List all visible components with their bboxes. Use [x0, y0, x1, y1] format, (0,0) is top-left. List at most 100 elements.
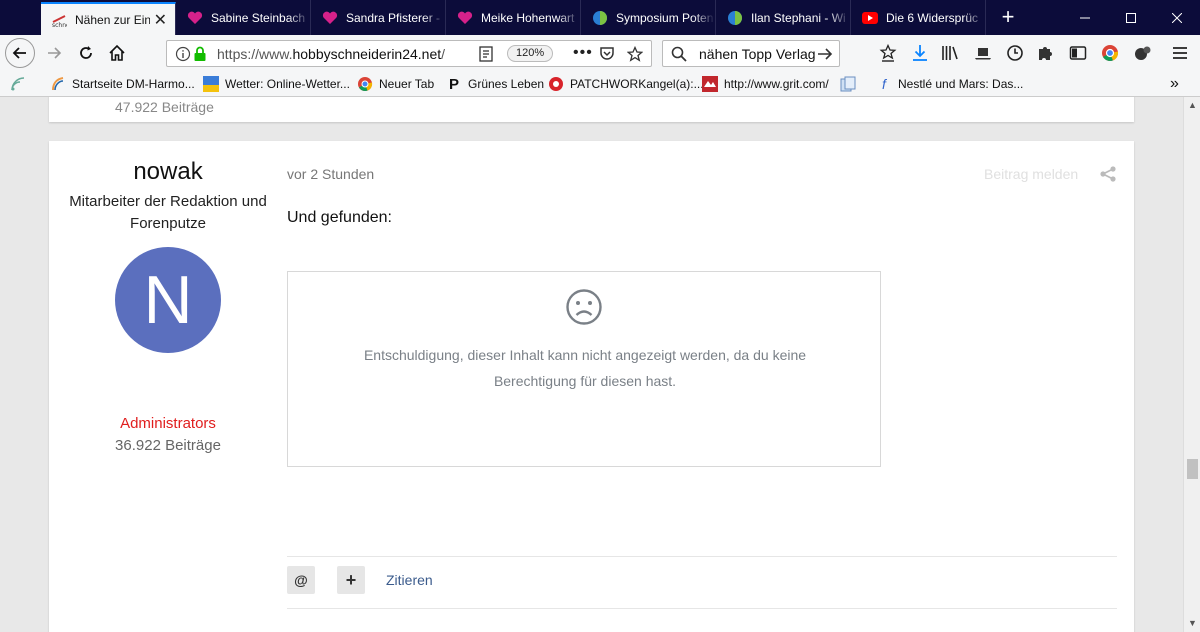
restricted-content-message: Entschuldigung, dieser Inhalt kann nicht…	[363, 347, 807, 389]
bookmark-label: Nestlé und Mars: Das...	[898, 77, 1024, 91]
tab-symposium[interactable]: Symposium Poten	[582, 0, 716, 35]
tab-meike[interactable]: Meike Hohenwart	[447, 0, 581, 35]
bookmark-label: Neuer Tab	[379, 77, 435, 91]
youtube-favicon-icon	[862, 10, 878, 26]
search-go-icon[interactable]	[817, 46, 833, 62]
share-icon[interactable]	[1099, 165, 1117, 183]
new-tab-button[interactable]: +	[996, 6, 1020, 30]
url-prefix: https://www.	[217, 45, 293, 62]
dm-favicon-icon	[50, 76, 66, 92]
post-timestamp-link[interactable]: vor 2 Stunden	[287, 166, 374, 182]
bookmarks-overflow-button[interactable]: »	[1170, 75, 1179, 93]
close-tab-icon[interactable]: ✕	[154, 10, 167, 30]
quote-link[interactable]: Zitieren	[386, 572, 433, 588]
pocket-icon[interactable]	[599, 46, 615, 62]
url-domain: hobbyschneiderin24.net	[292, 45, 442, 62]
scrollbar-thumb[interactable]	[1187, 459, 1198, 479]
vertical-scrollbar[interactable]: ▲ ▼	[1183, 97, 1200, 632]
chrome-extension-button[interactable]	[1100, 43, 1120, 63]
tab-naehen[interactable]: schnei Nähen zur Eins ✕	[41, 2, 176, 35]
screenshot-button[interactable]	[973, 43, 993, 63]
downloads-button[interactable]	[910, 43, 930, 63]
bowling-icon	[1135, 46, 1151, 60]
tab-sandra[interactable]: Sandra Pfisterer -	[312, 0, 446, 35]
chrome-favicon-icon	[357, 76, 373, 92]
bookmark-dm-harmo[interactable]: Startseite DM-Harmo...	[50, 75, 195, 93]
bookmark-wetter[interactable]: Wetter: Online-Wetter...	[203, 75, 350, 93]
grit-favicon-icon	[702, 76, 718, 92]
info-icon[interactable]	[175, 46, 191, 62]
library-icon	[942, 46, 958, 60]
reader-view-icon[interactable]	[479, 46, 493, 62]
address-bar[interactable]: https://www. hobbyschneiderin24.net/ 120%…	[166, 40, 652, 67]
scroll-down-arrow-icon[interactable]: ▼	[1184, 615, 1200, 632]
heart-favicon-icon	[457, 10, 473, 26]
bookmark-star-icon[interactable]	[627, 46, 643, 62]
home-button[interactable]	[103, 39, 131, 67]
avatar[interactable]: N	[115, 247, 221, 353]
reload-button[interactable]	[72, 39, 100, 67]
lock-icon[interactable]	[193, 46, 207, 62]
p-favicon-icon: P	[448, 75, 459, 93]
red-circle-favicon-icon	[548, 76, 564, 92]
search-input[interactable]: nähen Topp Verlag	[699, 46, 816, 62]
svg-text:schnei: schnei	[52, 22, 67, 28]
maximize-button[interactable]	[1108, 0, 1154, 35]
extension-button[interactable]	[1132, 43, 1152, 63]
report-post-link[interactable]: Beitrag melden	[984, 166, 1078, 182]
navigation-toolbar: https://www. hobbyschneiderin24.net/ 120%…	[0, 35, 1200, 71]
author-role: Administrators	[120, 415, 216, 432]
bookmark-feed[interactable]	[10, 75, 32, 93]
leaf-favicon-icon	[592, 10, 608, 26]
forward-button[interactable]	[40, 39, 68, 67]
author-name-link[interactable]: nowak	[49, 158, 287, 186]
author-post-count: 36.922 Beiträge	[115, 437, 221, 454]
menu-button[interactable]	[1170, 43, 1190, 63]
sad-face-icon	[566, 289, 602, 325]
puzzle-icon	[1039, 47, 1052, 60]
close-window-button[interactable]	[1154, 0, 1200, 35]
bookmark-patchworkangel[interactable]: PATCHWORKangel(a):...	[548, 75, 704, 93]
bookmark-neuer-tab[interactable]: Neuer Tab	[357, 75, 434, 93]
addons-button[interactable]	[1036, 43, 1056, 63]
page-actions-icon[interactable]: •••	[573, 44, 593, 62]
minimize-icon	[1080, 17, 1090, 18]
download-icon	[913, 45, 927, 61]
scroll-up-arrow-icon[interactable]: ▲	[1184, 97, 1200, 114]
weather-favicon-icon	[203, 76, 219, 92]
multiquote-add-button[interactable]: +	[337, 566, 365, 594]
double-chevron-right-icon: »	[1170, 75, 1179, 92]
heart-favicon-icon	[187, 10, 203, 26]
search-bar[interactable]: nähen Topp Verlag	[662, 40, 840, 67]
zoom-level-button[interactable]: 120%	[507, 45, 554, 62]
previous-post-count: 47.922 Beiträge	[115, 99, 214, 115]
page-content: 47.922 Beiträge nowak Mitarbeiter der Re…	[0, 97, 1183, 632]
tab-widersprueche[interactable]: Die 6 Widersprüc	[852, 0, 986, 35]
home-icon	[109, 44, 125, 61]
close-icon	[1172, 12, 1182, 23]
laptop-icon	[975, 48, 991, 60]
bookmark-grit[interactable]: http://www.grit.com/	[702, 75, 829, 93]
minimize-button[interactable]	[1062, 0, 1108, 35]
bookmarks-menu-button[interactable]	[878, 43, 898, 63]
bookmark-folder-docs[interactable]	[840, 75, 862, 93]
hamburger-menu-icon	[1173, 47, 1187, 59]
tab-strip: schnei Nähen zur Eins ✕ Sabine Steinbach…	[0, 0, 1200, 35]
sidebar-icon	[1069, 46, 1087, 60]
document-favicon-icon	[840, 76, 856, 92]
tab-label: Nähen zur Eins	[75, 12, 150, 27]
search-icon	[671, 46, 687, 62]
library-button[interactable]	[940, 43, 960, 63]
mention-button[interactable]: @	[287, 566, 315, 594]
history-button[interactable]	[1005, 43, 1025, 63]
restricted-content-box: Entschuldigung, dieser Inhalt kann nicht…	[287, 271, 881, 467]
back-button[interactable]	[5, 38, 35, 68]
bookmark-nestle-mars[interactable]: f Nestlé und Mars: Das...	[876, 75, 1023, 93]
bookmark-gruenes-leben[interactable]: P Grünes Leben	[446, 75, 544, 93]
post-body-text: Und gefunden:	[287, 209, 392, 226]
bookmark-label: Startseite DM-Harmo...	[72, 77, 195, 91]
rss-icon	[10, 76, 26, 92]
tab-ilan[interactable]: Ilan Stephani - Wi	[717, 0, 851, 35]
sidebar-button[interactable]	[1068, 43, 1088, 63]
tab-sabine[interactable]: Sabine Steinbach	[177, 0, 311, 35]
